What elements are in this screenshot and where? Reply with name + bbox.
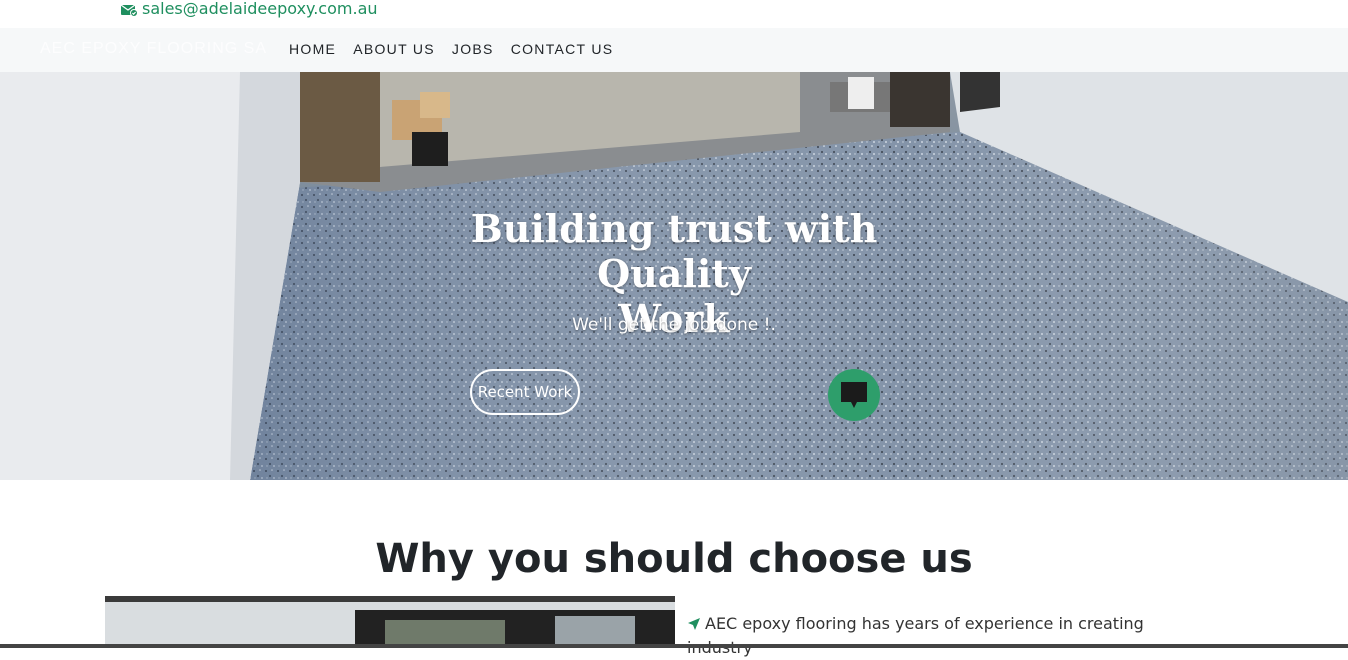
hero-banner: Building trust with Quality Work We'll g… [0, 72, 1348, 480]
why-point-1: AEC epoxy flooring has years of experien… [687, 612, 1207, 660]
brand-logo-text[interactable]: AEC EPOXY FLOORING SA [40, 40, 267, 58]
page-bottom-edge [0, 644, 1348, 648]
location-arrow-icon [688, 618, 700, 630]
chat-bubble-icon [841, 382, 867, 408]
email-link[interactable]: sales@adelaideepoxy.com.au [120, 0, 378, 18]
navbar: AEC EPOXY FLOORING SA HOME ABOUT US JOBS… [0, 28, 1348, 72]
hero-subtitle: We'll get the job done !. [572, 315, 776, 335]
email-text[interactable]: sales@adelaideepoxy.com.au [142, 0, 378, 18]
why-section-image [105, 596, 675, 648]
nav-home[interactable]: HOME [289, 41, 336, 57]
nav-jobs[interactable]: JOBS [452, 41, 494, 57]
why-choose-us-heading: Why you should choose us [375, 536, 973, 582]
main-nav: HOME ABOUT US JOBS CONTACT US [289, 41, 630, 57]
envelope-check-icon [120, 4, 138, 17]
top-contact-bar: sales@adelaideepoxy.com.au [0, 0, 1348, 28]
nav-contact-us[interactable]: CONTACT US [511, 41, 614, 57]
nav-about-us[interactable]: ABOUT US [353, 41, 435, 57]
why-point-1-text: AEC epoxy flooring has years of experien… [687, 614, 1144, 657]
hero-title-line-1: Building trust with Quality [470, 206, 878, 296]
recent-work-button[interactable]: Recent Work [470, 369, 580, 415]
chat-button[interactable] [828, 369, 880, 421]
